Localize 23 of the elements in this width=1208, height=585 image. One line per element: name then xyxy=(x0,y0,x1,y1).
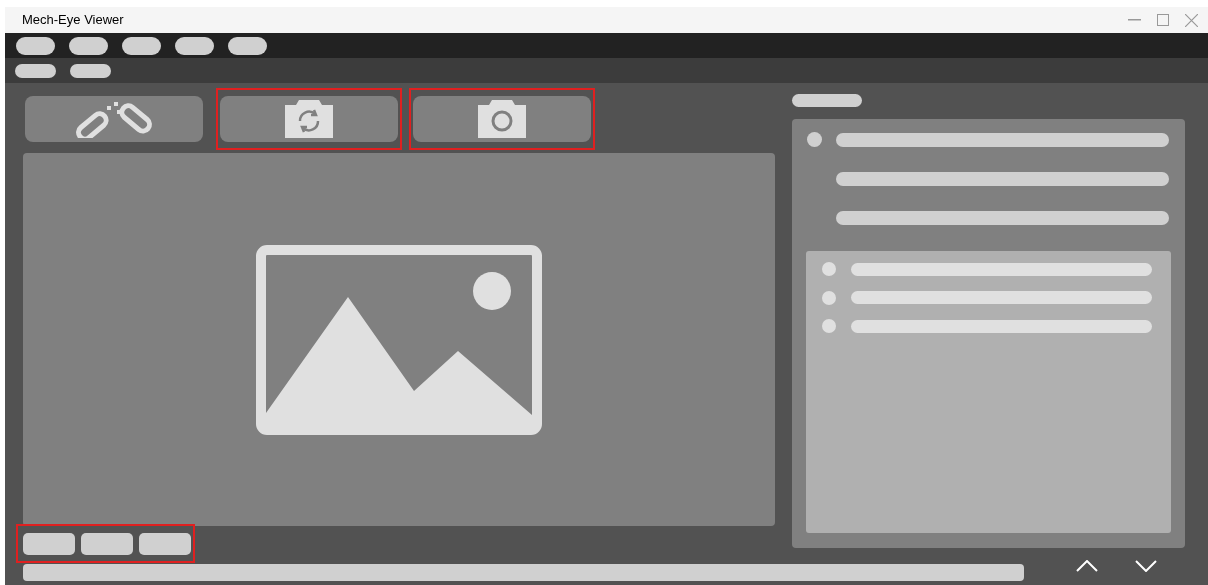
action-button[interactable] xyxy=(139,532,191,555)
menu-item[interactable] xyxy=(16,36,55,55)
toolbar-button[interactable] xyxy=(220,96,398,142)
camera-icon xyxy=(285,100,333,138)
close-icon[interactable] xyxy=(1185,13,1198,27)
chevron-up-icon[interactable] xyxy=(1076,560,1098,572)
chevron-down-icon[interactable] xyxy=(1135,560,1157,572)
action-button[interactable] xyxy=(81,532,133,555)
toolbar-item[interactable] xyxy=(70,63,111,78)
image-placeholder-icon xyxy=(256,244,542,435)
broken-link-icon xyxy=(73,100,155,138)
panel-heading xyxy=(792,94,862,107)
toolbar-button[interactable] xyxy=(413,96,591,142)
action-button[interactable] xyxy=(23,532,75,555)
maximize-icon[interactable] xyxy=(1157,14,1169,26)
window-title: Mech-Eye Viewer xyxy=(22,11,125,30)
menu-item[interactable] xyxy=(122,36,161,55)
menu-item[interactable] xyxy=(175,36,214,55)
menu-item[interactable] xyxy=(228,36,267,55)
toolbar-item[interactable] xyxy=(15,63,56,78)
camera-icon xyxy=(478,100,526,138)
menu-item[interactable] xyxy=(69,36,108,55)
toolbar-button[interactable] xyxy=(25,96,203,142)
